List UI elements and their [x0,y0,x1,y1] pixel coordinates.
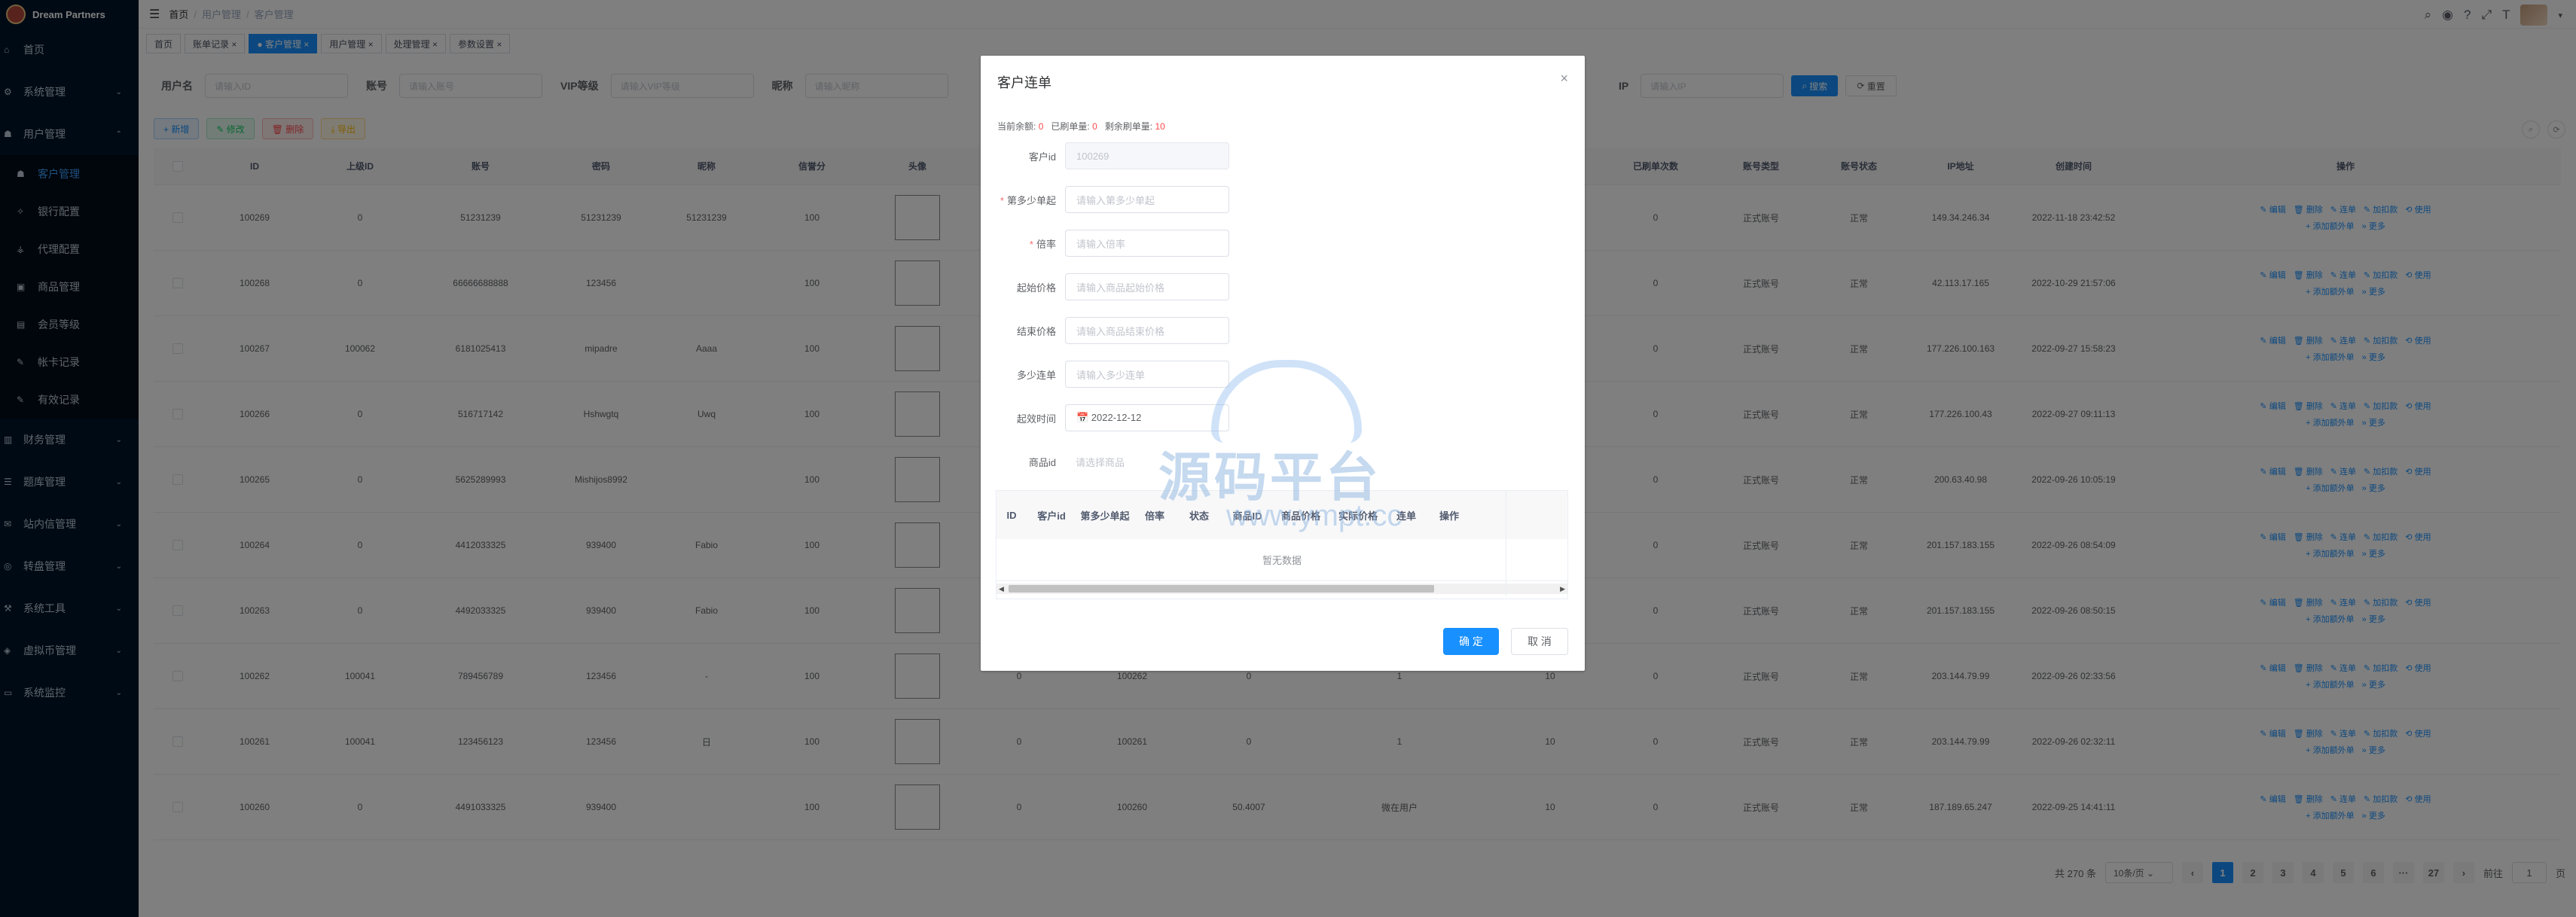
form-label: 起效时间 [997,411,1065,425]
lian-column-header: 实际价格 [1338,510,1378,522]
form-input[interactable]: 请输入多少连单 [1065,361,1229,388]
form-label-text: 第多少单起 [1006,194,1056,206]
form-input[interactable]: 请输入第多少单起 [1065,186,1229,213]
form-label-text: 起始价格 [1016,282,1056,294]
info-value: 0 [1038,121,1044,132]
dialog-info: 当前余额: 0 已刷单量: 0 剩余刷单量: 10 [997,120,1165,133]
info-label: 当前余额: [997,121,1036,132]
form-item: 客户id 100269 [997,142,1229,169]
lian-column-header: 倍率 [1144,510,1164,522]
form-item: 多少连单 请输入多少连单 [997,361,1229,388]
form-label-text: 多少连单 [1016,369,1056,381]
form-label-text: 客户id [1028,151,1056,163]
dialog-footer: 确 定 取 消 [1443,628,1568,655]
form-item: 结束价格 请输入商品结束价格 [997,317,1229,344]
form-input[interactable]: 请输入倍率 [1065,230,1229,257]
close-icon[interactable]: × [1560,71,1568,87]
form-input: 100269 [1065,142,1229,169]
remain-info: 剩余刷单量: 10 [1105,120,1165,133]
lian-table: ID 客户id 第多少单起 倍率 状态 商品ID 商品价格 实际价格 连单 操作 暂无数据 ◀ ▶ [996,490,1568,599]
form-label-text: 倍率 [1036,238,1056,250]
lian-column-header: 客户id [1037,510,1066,522]
lian-column-header: 操作 [1439,510,1459,522]
lian-column-header: 商品ID [1232,510,1262,522]
lian-column-header: ID [1006,509,1017,521]
dialog-title: 客户连单 [997,75,1051,90]
empty-text: 暂无数据 [997,539,1567,581]
balance-info: 当前余额: 0 [997,120,1043,133]
lian-column-header: 第多少单起 [1080,510,1130,522]
form-item: * 第多少单起 请输入第多少单起 [997,186,1229,213]
form-item: * 倍率 请输入倍率 [997,230,1229,257]
required-asterisk: * [1000,194,1004,206]
cancel-button[interactable]: 取 消 [1511,628,1568,655]
lian-column-header: 连单 [1396,510,1416,522]
info-value: 0 [1092,121,1097,132]
form-label: 多少连单 [997,367,1065,382]
info-label: 已刷单量: [1051,121,1090,132]
info-label: 剩余刷单量: [1104,121,1153,132]
form-input[interactable]: 请输入商品结束价格 [1065,317,1229,344]
form-label: 商品id [997,455,1065,469]
info-value: 10 [1155,121,1165,132]
form-label-text: 结束价格 [1016,325,1056,337]
form-label-text: 商品id [1028,456,1056,468]
scroll-thumb[interactable] [1009,585,1434,593]
form-label: 结束价格 [997,324,1065,338]
form-label: * 第多少单起 [997,193,1065,207]
scroll-left-icon[interactable]: ◀ [999,583,1004,594]
scroll-right-icon[interactable]: ▶ [1560,583,1565,594]
form-input[interactable]: 请输入商品起始价格 [1065,273,1229,300]
lian-table-header: ID 客户id 第多少单起 倍率 状态 商品ID 商品价格 实际价格 连单 操作 [997,491,1567,539]
form-label: 客户id [997,149,1065,163]
form-item: 起始价格 请输入商品起始价格 [997,273,1229,300]
product-select[interactable]: 请选择商品 [1065,448,1229,475]
form-label: * 倍率 [997,236,1065,251]
form-item: 商品id 请选择商品 [997,448,1229,475]
lian-column-header: 商品价格 [1280,510,1320,522]
done-info: 已刷单量: 0 [1051,120,1097,133]
customer-lian-dialog: 客户连单 × 当前余额: 0 已刷单量: 0 剩余刷单量: 10 客户id 100… [981,56,1585,671]
form-item: 起效时间 📅 2022-12-12 [997,404,1229,431]
horizontal-scrollbar[interactable]: ◀ ▶ [997,583,1567,594]
required-asterisk: * [1029,238,1033,250]
form-label: 起始价格 [997,280,1065,294]
lian-column-header: 状态 [1189,510,1209,522]
date-picker[interactable]: 📅 2022-12-12 [1065,404,1229,431]
form-label-text: 起效时间 [1016,413,1056,425]
confirm-button[interactable]: 确 定 [1443,628,1499,655]
